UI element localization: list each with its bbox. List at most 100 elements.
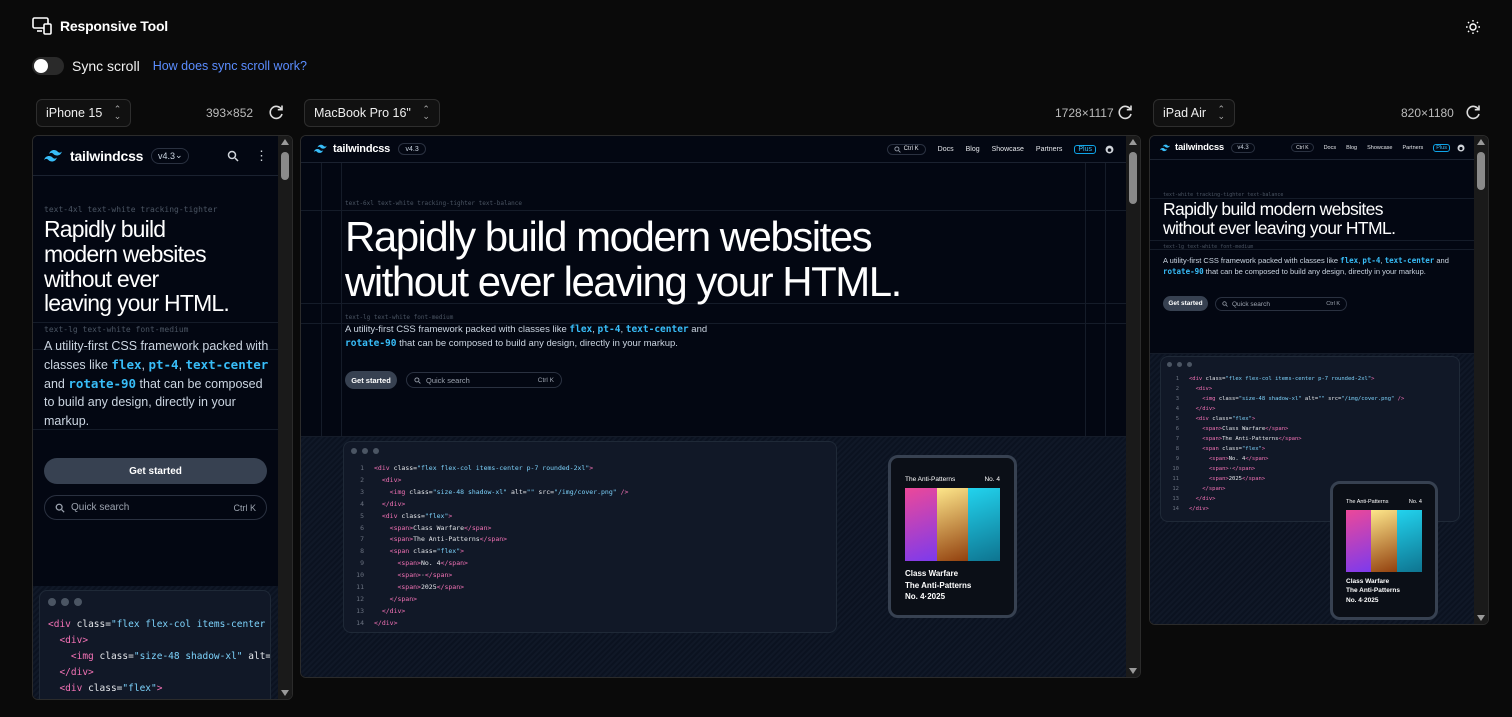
scroll-down-arrow[interactable]	[281, 690, 289, 696]
nav-link-plus[interactable]: Plus	[1433, 143, 1450, 152]
scroll-thumb[interactable]	[1129, 152, 1137, 204]
code-text: <div class="flex flex-col items-center p…	[374, 464, 594, 472]
code-line: 4 </div>	[352, 499, 828, 511]
scroll-thumb[interactable]	[281, 152, 289, 180]
top-bar: Responsive Tool	[0, 0, 1512, 52]
code-chip: flex	[111, 356, 142, 372]
line-number: 13	[356, 606, 364, 615]
hero-subtitle: A utility-first CSS framework packed wit…	[345, 324, 708, 350]
code-text: <div class="flex">	[59, 683, 163, 694]
code-block: <div class="flex flex-col items-center p…	[40, 613, 270, 699]
search-icon[interactable]	[227, 150, 239, 162]
nav-search-button[interactable]: Ctrl K	[886, 143, 926, 155]
subtitle-text: A utility-first CSS framework packed wit…	[1163, 256, 1341, 265]
theme-toggle-button[interactable]	[1462, 16, 1484, 38]
line-number: 1	[360, 464, 364, 472]
kebab-menu-icon[interactable]: ⋮	[255, 149, 268, 162]
macbook-preview[interactable]: tailwindcss v4.3 Ctrl K Docs Blog Showca…	[300, 135, 1141, 678]
nav-link-partners[interactable]: Partners	[1403, 145, 1424, 151]
card-caption: Class Warfare The Anti-Patterns No. 4·20…	[1346, 577, 1400, 605]
github-icon[interactable]	[1105, 145, 1114, 154]
subtitle-text: that can be composed to build any design…	[396, 338, 678, 350]
macbook-viewport[interactable]: tailwindcss v4.3 Ctrl K Docs Blog Showca…	[301, 136, 1126, 677]
nav-link-plus[interactable]: Plus	[1074, 144, 1096, 154]
device-dims-iphone: 393×852	[206, 106, 254, 120]
code-text: <span>·</span>	[1208, 466, 1256, 472]
hero-line: without ever	[44, 265, 159, 292]
device-select-macbook[interactable]: MacBook Pro 16" ⌃ ⌄	[304, 99, 440, 127]
code-chip: flex	[569, 324, 593, 335]
site-logo[interactable]: tailwindcss	[1159, 142, 1224, 153]
macbook-scrollbar[interactable]	[1126, 136, 1140, 677]
rotate-icon[interactable]	[1116, 103, 1134, 121]
iphone-scrollbar[interactable]	[278, 136, 292, 699]
nav-search-button[interactable]: Ctrl K	[1291, 143, 1314, 152]
nav-link-blog[interactable]: Blog	[1346, 145, 1357, 151]
get-started-button[interactable]: Get started	[1163, 296, 1208, 311]
ipad-preview[interactable]: tailwindcss v4.3 Ctrl K Docs Blog Showca…	[1149, 135, 1489, 625]
nav-link-partners[interactable]: Partners	[1036, 146, 1062, 153]
code-text: <img class="size-48 shadow-xl" alt="" s	[70, 651, 271, 662]
iphone-preview[interactable]: tailwindcss v4.3 ⌄ ⋮ text-4xl text-white …	[32, 135, 293, 700]
nav-link-docs[interactable]: Docs	[1324, 145, 1337, 151]
ipad-scrollbar[interactable]	[1474, 136, 1488, 624]
card-issue: No. 4	[984, 476, 1000, 483]
scroll-down-arrow[interactable]	[1129, 668, 1137, 674]
nav-link-showcase[interactable]: Showcase	[1367, 145, 1392, 151]
version-badge[interactable]: v4.3 ⌄	[151, 147, 190, 164]
code-chip: flex	[1340, 256, 1359, 265]
quick-search-input[interactable]: Quick search Ctrl K	[406, 372, 562, 388]
code-text: <div class="flex flex-col items-center p…	[1189, 376, 1375, 382]
sync-scroll-help-link[interactable]: How does sync scroll work?	[153, 59, 307, 73]
window-dots	[344, 442, 836, 460]
quick-search-input[interactable]: Quick search Ctrl K	[1215, 297, 1347, 311]
rotate-icon[interactable]	[267, 103, 285, 121]
tailwind-logo-icon	[1159, 144, 1171, 151]
quick-search-input[interactable]: Quick search Ctrl K	[44, 495, 267, 520]
scroll-up-arrow[interactable]	[1477, 139, 1485, 145]
github-icon[interactable]	[1457, 144, 1465, 152]
code-window: 1 <div class="flex flex-col items-center …	[343, 441, 837, 633]
code-line: 3 <img class="size-48 shadow-xl" alt="" …	[1169, 394, 1451, 404]
code-text: <span>Class Warfare</span>	[389, 523, 492, 532]
ipad-viewport[interactable]: tailwindcss v4.3 Ctrl K Docs Blog Showca…	[1150, 136, 1474, 624]
code-chip: text-center	[1384, 256, 1435, 265]
sync-scroll-toggle[interactable]	[32, 57, 64, 75]
site-logo[interactable]: tailwindcss	[313, 143, 390, 155]
line-number: 5	[1175, 416, 1179, 422]
site-logo[interactable]: tailwindcss	[43, 148, 143, 164]
class-caption: text-6xl text-white tracking-tighter tex…	[345, 200, 523, 207]
rotate-icon[interactable]	[1464, 103, 1482, 121]
code-text: <div>	[59, 635, 89, 646]
nav-link-showcase[interactable]: Showcase	[992, 146, 1024, 153]
version-badge[interactable]: v4.3	[398, 143, 427, 155]
guide-line	[1150, 240, 1474, 241]
scroll-up-arrow[interactable]	[1129, 139, 1137, 145]
code-line: 5 <div class="flex">	[1169, 414, 1451, 424]
nav-link-docs[interactable]: Docs	[938, 146, 954, 153]
iphone-viewport[interactable]: tailwindcss v4.3 ⌄ ⋮ text-4xl text-white …	[33, 136, 278, 699]
code-line: 4 </div>	[1169, 404, 1451, 414]
card-caption-line: The Anti-Patterns	[905, 580, 972, 590]
code-line: 7 <span>The Anti-Patterns</span>	[1169, 434, 1451, 444]
line-number: 11	[1172, 476, 1179, 482]
version-badge[interactable]: v4.3	[1231, 142, 1256, 153]
code-text: <div>	[1195, 386, 1213, 392]
hero-line: Rapidly build modern websites	[1163, 199, 1384, 219]
line-number: 7	[360, 535, 364, 544]
get-started-button[interactable]: Get started	[44, 458, 267, 484]
nav-link-blog[interactable]: Blog	[966, 146, 980, 153]
device-select-iphone[interactable]: iPhone 15 ⌃ ⌄	[36, 99, 132, 127]
code-text: <span>No. 4</span>	[1208, 456, 1269, 462]
code-text: <span>No. 4</span>	[397, 559, 468, 568]
shortcut-hint: Ctrl K	[537, 376, 554, 384]
get-started-button[interactable]: Get started	[345, 371, 397, 389]
scroll-up-arrow[interactable]	[281, 139, 289, 145]
line-number: 14	[1172, 506, 1179, 512]
scroll-thumb[interactable]	[1477, 152, 1485, 190]
code-text: <span>The Anti-Patterns</span>	[1202, 436, 1302, 442]
scroll-down-arrow[interactable]	[1477, 615, 1485, 621]
code-line: 7 <span>The Anti-Patterns</span>	[352, 534, 828, 546]
device-select-ipad[interactable]: iPad Air ⌃ ⌄	[1153, 99, 1236, 127]
code-text: <div>	[381, 475, 402, 484]
